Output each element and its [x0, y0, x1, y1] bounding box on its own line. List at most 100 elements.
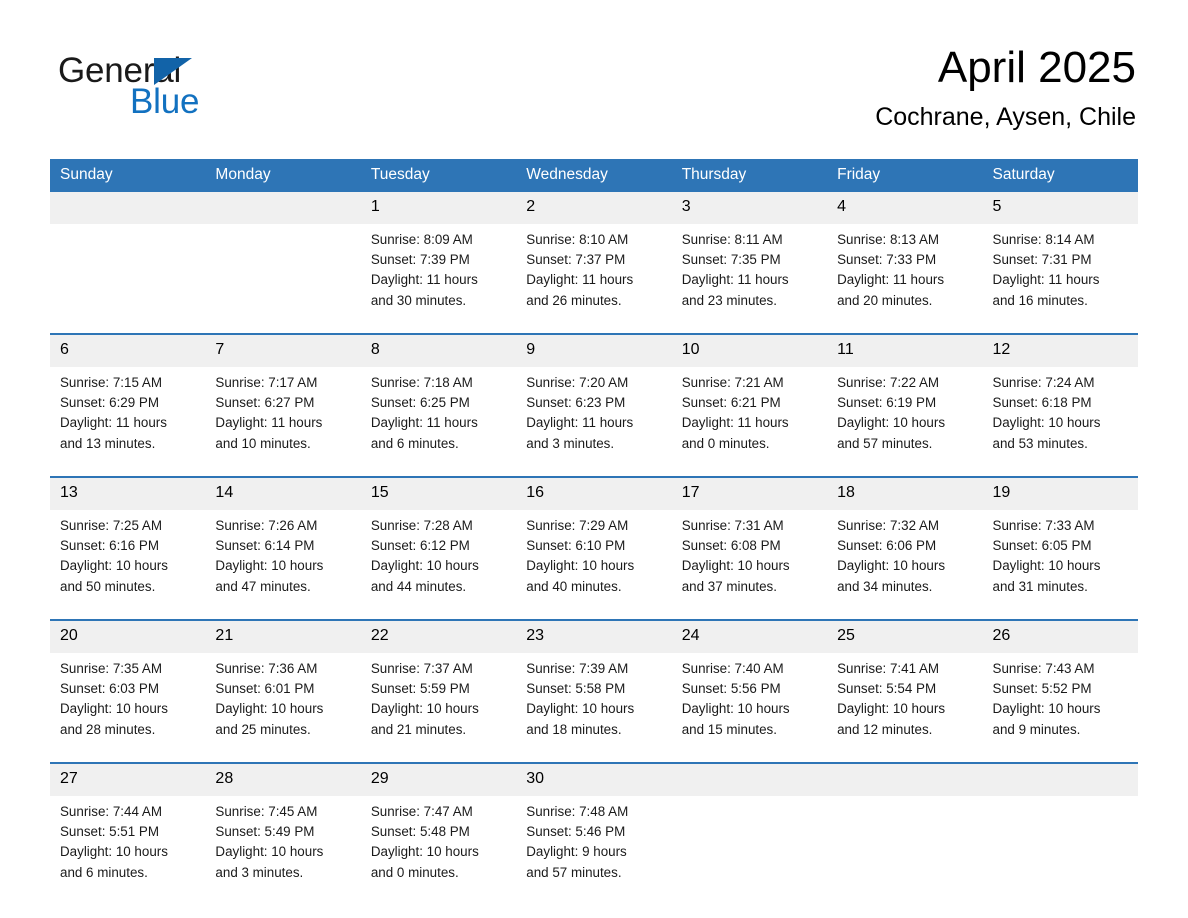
day-number[interactable] [982, 764, 1138, 796]
sunset-text: Sunset: 6:19 PM [837, 395, 937, 411]
day-number[interactable]: 16 [516, 478, 672, 510]
day-cell[interactable]: Sunrise: 7:24 AM Sunset: 6:18 PM Dayligh… [982, 367, 1138, 475]
daylight-text-line2: and 15 minutes. [681, 721, 777, 737]
day-number[interactable]: 19 [982, 478, 1138, 510]
day-number[interactable] [827, 764, 983, 796]
day-cell[interactable]: Sunrise: 7:32 AM Sunset: 6:06 PM Dayligh… [827, 510, 983, 618]
day-cell[interactable]: Sunrise: 7:22 AM Sunset: 6:19 PM Dayligh… [827, 367, 983, 475]
day-number[interactable]: 12 [982, 335, 1138, 367]
sunrise-text: Sunrise: 7:15 AM [60, 375, 162, 390]
logo-triangle-icon [154, 58, 192, 85]
day-number[interactable]: 3 [671, 192, 828, 224]
sunset-text: Sunset: 7:31 PM [992, 252, 1092, 268]
day-number[interactable]: 18 [827, 478, 983, 510]
daylight-text-line2: and 50 minutes. [60, 578, 156, 594]
day-cell[interactable]: Sunrise: 7:41 AM Sunset: 5:54 PM Dayligh… [827, 653, 983, 761]
day-number[interactable]: 21 [205, 621, 361, 653]
day-cell[interactable]: Sunrise: 7:36 AM Sunset: 6:01 PM Dayligh… [205, 653, 361, 761]
day-cell[interactable]: Sunrise: 8:14 AM Sunset: 7:31 PM Dayligh… [982, 224, 1138, 332]
sunrise-text: Sunrise: 7:28 AM [370, 518, 473, 533]
weekday-header-saturday: Saturday [982, 159, 1138, 192]
sunset-text: Sunset: 6:14 PM [215, 538, 315, 554]
day-cell[interactable] [50, 224, 206, 332]
day-number[interactable]: 13 [50, 478, 206, 510]
sunrise-text: Sunrise: 7:40 AM [681, 661, 784, 676]
daylight-text-line2: and 3 minutes. [215, 864, 304, 880]
page-title: April 2025 [937, 43, 1136, 92]
day-cell[interactable]: Sunrise: 7:20 AM Sunset: 6:23 PM Dayligh… [516, 367, 672, 475]
day-cell[interactable] [205, 224, 361, 332]
sunrise-text: Sunrise: 7:47 AM [370, 804, 473, 819]
day-cell[interactable]: Sunrise: 7:39 AM Sunset: 5:58 PM Dayligh… [516, 653, 672, 761]
location-subtitle: Cochrane, Aysen, Chile [875, 103, 1136, 131]
day-number[interactable]: 7 [205, 335, 361, 367]
day-cell[interactable]: Sunrise: 7:31 AM Sunset: 6:08 PM Dayligh… [671, 510, 828, 618]
day-cell[interactable] [982, 796, 1138, 904]
day-cell[interactable]: Sunrise: 7:37 AM Sunset: 5:59 PM Dayligh… [360, 653, 517, 761]
general-blue-logo: General Blue [58, 52, 358, 132]
day-number[interactable]: 25 [827, 621, 983, 653]
day-cell[interactable]: Sunrise: 7:25 AM Sunset: 6:16 PM Dayligh… [50, 510, 206, 618]
sunset-text: Sunset: 6:06 PM [837, 538, 937, 554]
day-number[interactable]: 26 [982, 621, 1138, 653]
day-number[interactable]: 17 [671, 478, 828, 510]
day-number[interactable]: 24 [671, 621, 828, 653]
day-number[interactable]: 15 [360, 478, 517, 510]
day-cell[interactable]: Sunrise: 7:17 AM Sunset: 6:27 PM Dayligh… [205, 367, 361, 475]
day-number[interactable]: 1 [360, 192, 517, 224]
sunset-text: Sunset: 6:01 PM [215, 681, 315, 697]
day-cell[interactable]: Sunrise: 8:13 AM Sunset: 7:33 PM Dayligh… [827, 224, 983, 332]
sunset-text: Sunset: 5:49 PM [215, 824, 315, 840]
week-row-daynumbers: 20 21 22 23 24 25 26 [50, 621, 1138, 653]
day-number[interactable]: 30 [516, 764, 672, 796]
day-number[interactable] [50, 192, 206, 224]
day-cell[interactable]: Sunrise: 7:48 AM Sunset: 5:46 PM Dayligh… [516, 796, 672, 904]
day-cell[interactable]: Sunrise: 7:40 AM Sunset: 5:56 PM Dayligh… [671, 653, 828, 761]
week-row-details: Sunrise: 7:15 AM Sunset: 6:29 PM Dayligh… [50, 367, 1138, 475]
day-number[interactable]: 22 [360, 621, 517, 653]
day-cell[interactable]: Sunrise: 7:15 AM Sunset: 6:29 PM Dayligh… [50, 367, 206, 475]
day-cell[interactable]: Sunrise: 8:09 AM Sunset: 7:39 PM Dayligh… [360, 224, 517, 332]
day-number[interactable]: 14 [205, 478, 361, 510]
day-number[interactable]: 2 [516, 192, 672, 224]
sunset-text: Sunset: 6:08 PM [681, 538, 781, 554]
day-number[interactable] [205, 192, 361, 224]
day-number[interactable]: 29 [360, 764, 517, 796]
day-cell[interactable]: Sunrise: 8:10 AM Sunset: 7:37 PM Dayligh… [516, 224, 672, 332]
day-cell[interactable]: Sunrise: 7:26 AM Sunset: 6:14 PM Dayligh… [205, 510, 361, 618]
day-number[interactable]: 23 [516, 621, 672, 653]
day-number[interactable]: 10 [671, 335, 828, 367]
day-cell[interactable] [671, 796, 828, 904]
day-cell[interactable] [827, 796, 983, 904]
day-cell[interactable]: Sunrise: 7:18 AM Sunset: 6:25 PM Dayligh… [360, 367, 517, 475]
sunset-text: Sunset: 6:05 PM [992, 538, 1092, 554]
day-cell[interactable]: Sunrise: 7:44 AM Sunset: 5:51 PM Dayligh… [50, 796, 206, 904]
day-cell[interactable]: Sunrise: 7:21 AM Sunset: 6:21 PM Dayligh… [671, 367, 828, 475]
day-number[interactable]: 4 [827, 192, 983, 224]
sunrise-text: Sunrise: 7:39 AM [526, 661, 629, 676]
daylight-text-line1: Daylight: 10 hours [215, 701, 324, 717]
day-cell[interactable]: Sunrise: 7:33 AM Sunset: 6:05 PM Dayligh… [982, 510, 1138, 618]
day-cell[interactable]: Sunrise: 7:47 AM Sunset: 5:48 PM Dayligh… [360, 796, 517, 904]
day-number[interactable] [671, 764, 828, 796]
day-cell[interactable]: Sunrise: 7:43 AM Sunset: 5:52 PM Dayligh… [982, 653, 1138, 761]
sunset-text: Sunset: 5:54 PM [837, 681, 937, 697]
sunset-text: Sunset: 7:37 PM [526, 252, 626, 268]
day-cell[interactable]: Sunrise: 7:35 AM Sunset: 6:03 PM Dayligh… [50, 653, 206, 761]
day-number[interactable]: 9 [516, 335, 672, 367]
day-number[interactable]: 20 [50, 621, 206, 653]
daylight-text-line1: Daylight: 11 hours [681, 272, 789, 288]
day-cell[interactable]: Sunrise: 8:11 AM Sunset: 7:35 PM Dayligh… [671, 224, 828, 332]
day-number[interactable]: 5 [982, 192, 1138, 224]
day-number[interactable]: 11 [827, 335, 983, 367]
logo-text-blue: Blue [130, 82, 200, 121]
day-number[interactable]: 6 [50, 335, 206, 367]
day-number[interactable]: 27 [50, 764, 206, 796]
sunrise-text: Sunrise: 7:43 AM [992, 661, 1095, 676]
day-number[interactable]: 28 [205, 764, 361, 796]
day-cell[interactable]: Sunrise: 7:45 AM Sunset: 5:49 PM Dayligh… [205, 796, 361, 904]
sunrise-text: Sunrise: 7:31 AM [681, 518, 784, 533]
day-cell[interactable]: Sunrise: 7:28 AM Sunset: 6:12 PM Dayligh… [360, 510, 517, 618]
day-number[interactable]: 8 [360, 335, 517, 367]
day-cell[interactable]: Sunrise: 7:29 AM Sunset: 6:10 PM Dayligh… [516, 510, 672, 618]
